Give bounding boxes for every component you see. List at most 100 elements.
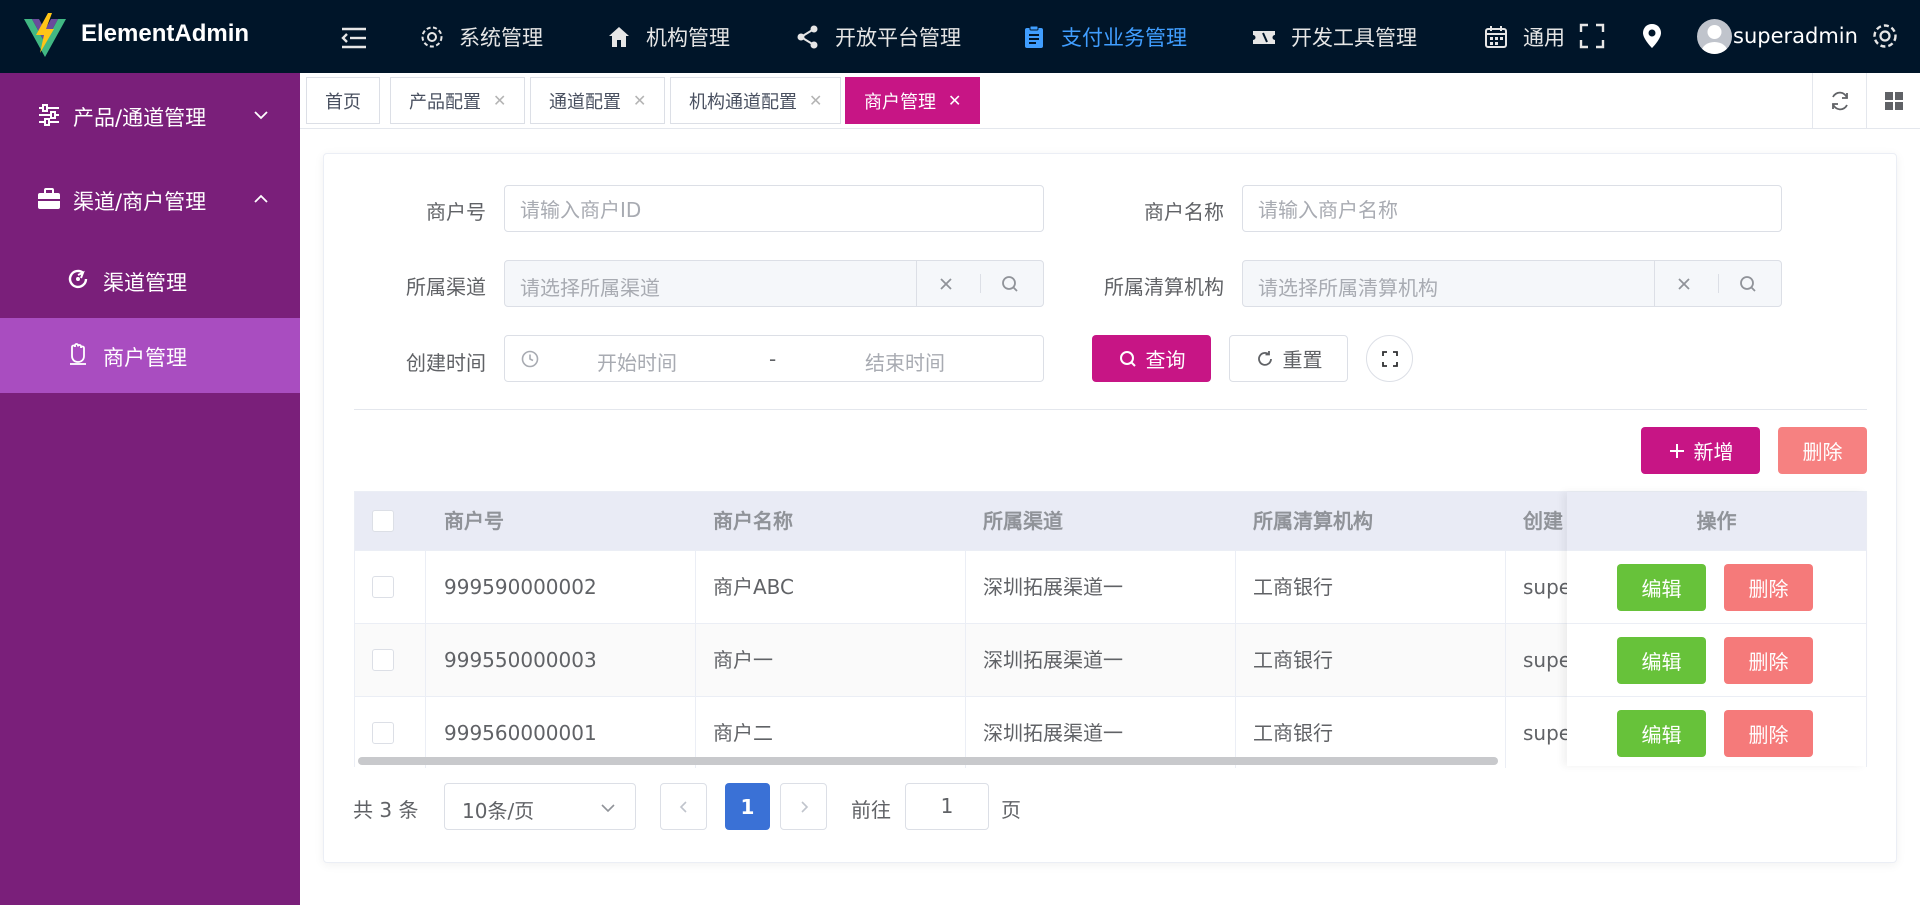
delete-button[interactable]: 删除: [1724, 637, 1813, 684]
next-page-button[interactable]: [780, 783, 827, 830]
clipboard-icon: [1021, 24, 1061, 50]
channel-select[interactable]: 请选择所属渠道: [504, 260, 1044, 307]
search-icon: [1118, 349, 1138, 369]
sidebar-group-label: 渠道/商户管理: [73, 190, 207, 214]
goto-page-input[interactable]: 1: [905, 783, 989, 830]
nav-label: 通用: [1523, 25, 1565, 50]
toggle-search-button[interactable]: [1366, 335, 1413, 382]
merchant-id-label: 商户号: [426, 200, 486, 224]
clear-icon[interactable]: [917, 261, 975, 306]
clearing-select[interactable]: 请选择所属清算机构: [1242, 260, 1782, 307]
merchant-name-input[interactable]: 请输入商户名称: [1242, 185, 1782, 232]
nav-dev-tools[interactable]: 开发工具管理: [1251, 0, 1417, 73]
batch-delete-button[interactable]: 删除: [1778, 427, 1867, 474]
column-header[interactable]: 创建: [1523, 492, 1567, 550]
search-icon[interactable]: [1719, 261, 1777, 306]
date-range-picker[interactable]: 开始时间 - 结束时间: [504, 335, 1044, 382]
hand-icon: [66, 342, 90, 366]
close-icon[interactable]: ✕: [948, 91, 961, 110]
app-name: ElementAdmin: [81, 20, 250, 47]
sidebar-item-label: 商户管理: [103, 346, 187, 370]
edit-button[interactable]: 编辑: [1617, 710, 1706, 757]
row-checkbox[interactable]: [372, 576, 394, 598]
calendar-icon: [1483, 24, 1523, 50]
nav-institution[interactable]: 机构管理: [606, 0, 730, 73]
range-separator: -: [769, 347, 777, 371]
clear-icon[interactable]: [1655, 261, 1713, 306]
reset-button[interactable]: 重置: [1229, 335, 1348, 382]
merchant-table: 商户号 商户名称 所属渠道 所属清算机构 创建 999590000002 商户A…: [354, 491, 1867, 769]
button-label: 编辑: [1641, 723, 1682, 747]
close-icon[interactable]: ✕: [493, 91, 506, 110]
add-button[interactable]: 新增: [1641, 427, 1760, 474]
column-header[interactable]: 商户名称: [713, 492, 793, 550]
column-header[interactable]: 商户号: [444, 492, 504, 550]
nav-system[interactable]: 系统管理: [419, 0, 543, 73]
page-size-select[interactable]: 10条/页: [444, 783, 636, 830]
channel-label: 所属渠道: [406, 275, 486, 299]
nav-label: 开发工具管理: [1291, 25, 1417, 50]
column-header[interactable]: 所属清算机构: [1253, 492, 1373, 550]
column-header[interactable]: 所属渠道: [983, 492, 1063, 550]
settings-icon[interactable]: [1871, 22, 1899, 50]
row-checkbox[interactable]: [372, 722, 394, 744]
prev-page-button[interactable]: [660, 783, 707, 830]
actions-cell: 编辑 删除: [1567, 623, 1866, 696]
row-checkbox[interactable]: [372, 649, 394, 671]
delete-button[interactable]: 删除: [1724, 710, 1813, 757]
plus-icon: [1668, 442, 1686, 460]
column-header: 操作: [1567, 492, 1866, 550]
button-label: 删除: [1748, 650, 1789, 674]
search-icon[interactable]: [981, 261, 1039, 306]
nav-open-platform[interactable]: 开放平台管理: [795, 0, 961, 73]
button-label: 查询: [1145, 348, 1186, 372]
edit-button[interactable]: 编辑: [1617, 564, 1706, 611]
tag-label: 通道配置: [549, 91, 621, 113]
sidebar-group-channel-merchant[interactable]: 渠道/商户管理: [0, 157, 300, 241]
button-label: 新增: [1693, 440, 1734, 464]
query-button[interactable]: 查询: [1092, 335, 1211, 382]
tag-home[interactable]: 首页: [306, 77, 380, 124]
nav-payment-business[interactable]: 支付业务管理: [1021, 0, 1187, 73]
creator-cell: supe: [1523, 648, 1567, 672]
fullscreen-icon[interactable]: [1578, 22, 1606, 50]
start-time-placeholder[interactable]: 开始时间: [597, 347, 677, 376]
sidebar-item-merchant-management[interactable]: 商户管理: [0, 318, 300, 393]
tag-merchant-management[interactable]: 商户管理 ✕: [845, 77, 981, 124]
horizontal-scrollbar[interactable]: [358, 757, 1498, 765]
refresh-tags-icon[interactable]: [1812, 73, 1866, 129]
close-icon[interactable]: ✕: [633, 91, 646, 110]
goto-label: 前往: [851, 798, 891, 822]
avatar[interactable]: [1697, 19, 1732, 54]
divider: [354, 409, 1867, 410]
select-all-checkbox[interactable]: [372, 510, 394, 532]
tag-channel-config[interactable]: 通道配置 ✕: [530, 77, 666, 124]
merchant-id-cell: 999550000003: [444, 648, 597, 672]
tag-institution-channel-config[interactable]: 机构通道配置 ✕: [670, 77, 842, 124]
nav-general[interactable]: 通用: [1483, 0, 1565, 73]
creator-cell: supe: [1523, 721, 1567, 745]
username[interactable]: superadmin: [1733, 24, 1858, 48]
merchant-id-input[interactable]: 请输入商户ID: [504, 185, 1044, 232]
chevron-right-icon: [797, 800, 811, 814]
delete-button[interactable]: 删除: [1724, 564, 1813, 611]
close-icon[interactable]: ✕: [809, 91, 822, 110]
nav-label: 机构管理: [646, 25, 730, 50]
tag-product-config[interactable]: 产品配置 ✕: [390, 77, 526, 124]
menu-fold-icon[interactable]: [340, 26, 368, 50]
merchant-name-label: 商户名称: [1144, 200, 1224, 224]
chevron-left-icon: [677, 800, 691, 814]
placeholder: 请输入商户名称: [1258, 198, 1398, 222]
location-icon[interactable]: [1638, 22, 1666, 50]
sliders-icon: [36, 102, 62, 128]
end-time-placeholder[interactable]: 结束时间: [865, 347, 945, 376]
grid-icon[interactable]: [1866, 73, 1920, 129]
sidebar-item-channel-management[interactable]: 渠道管理: [0, 243, 300, 318]
sidebar-group-product-channel[interactable]: 产品/通道管理: [0, 73, 300, 157]
page-suffix: 页: [1001, 798, 1021, 822]
page-number-current[interactable]: 1: [725, 783, 770, 830]
sidebar-group-label: 产品/通道管理: [73, 106, 207, 130]
edit-button[interactable]: 编辑: [1617, 637, 1706, 684]
sidebar-item-label: 渠道管理: [103, 271, 187, 295]
actions-cell: 编辑 删除: [1567, 550, 1866, 623]
